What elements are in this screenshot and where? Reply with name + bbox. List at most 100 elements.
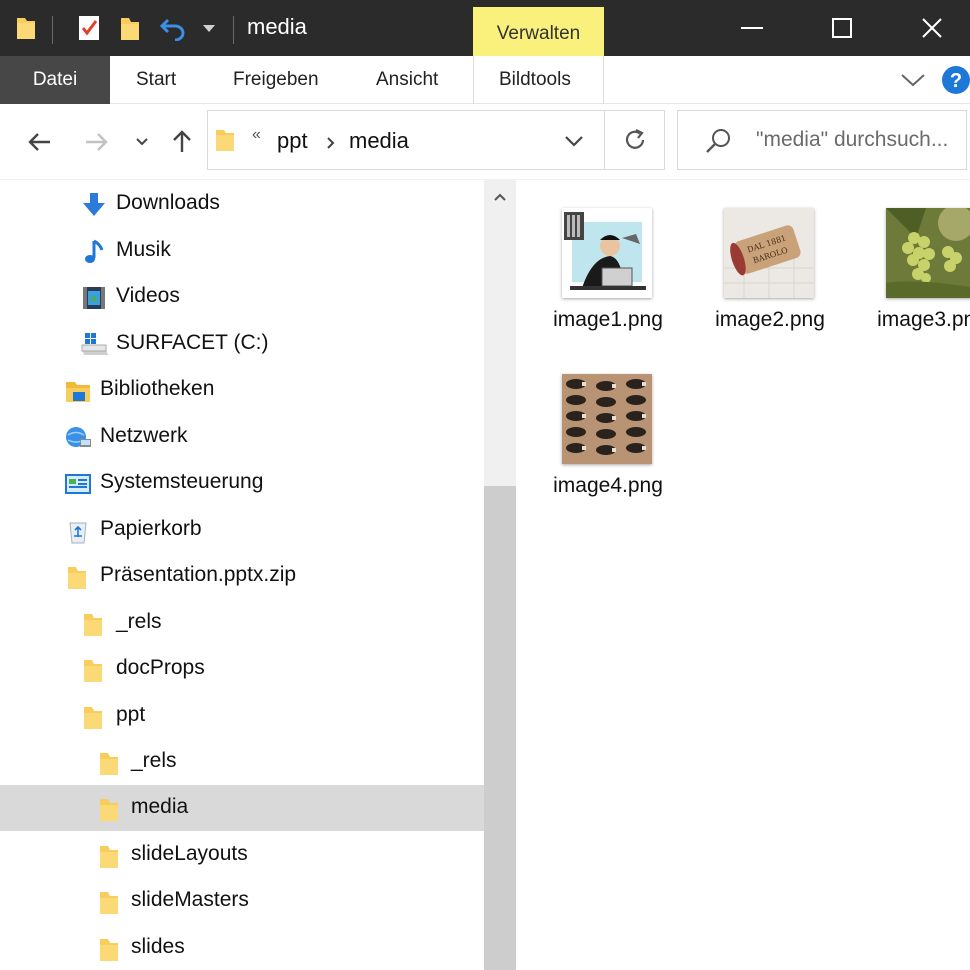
address-bar[interactable]: « ppt media [207,110,665,170]
nav-item-label: Musik [116,238,171,261]
nav-item-papierkorb[interactable]: Papierkorb [0,507,484,553]
breadcrumb-media[interactable]: media [349,128,409,154]
nav-item-surfacet-drive[interactable]: SURFACET (C:) [0,321,484,367]
properties-icon[interactable] [72,0,106,56]
nav-item-label: Systemsteuerung [100,470,264,493]
downloads-icon [80,191,108,219]
recent-locations-button[interactable] [124,122,160,162]
nav-item-label: slides [131,935,185,958]
folder-icon [98,749,126,777]
help-icon: ? [942,66,970,94]
file-item-image4[interactable]: image4.png [516,346,676,506]
file-item-image2[interactable]: DAL 1881 BAROLO image2.png [678,180,838,340]
file-list: image1.png DAL 1881 BAROLO image2.png im… [516,180,970,970]
chevron-right-icon[interactable] [326,135,335,154]
nav-item-videos[interactable]: Videos [0,274,484,320]
nav-item-ppt[interactable]: ppt [0,693,484,739]
file-thumbnail: DAL 1881 BAROLO [724,208,814,298]
refresh-button[interactable] [622,127,648,157]
chevron-up-icon [494,193,506,201]
nav-item-label: Präsentation.pptx.zip [100,563,297,586]
forward-button[interactable] [78,122,114,162]
nav-item-downloads[interactable]: Downloads [0,181,484,227]
address-dropdown-button[interactable] [564,133,584,152]
nav-item-slidelayouts[interactable]: slideLayouts [0,832,484,878]
file-item-image3[interactable]: image3.png [840,180,970,340]
folder-icon [12,0,40,56]
tab-freigeben[interactable]: Freigeben [233,56,319,104]
scroll-up-button[interactable] [484,182,516,212]
nav-item-praesentation-zip[interactable]: Präsentation.pptx.zip [0,553,484,599]
nav-item-label: Netzwerk [100,424,188,447]
folder-icon [98,795,126,823]
nav-item-bibliotheken[interactable]: Bibliotheken [0,367,484,413]
nav-item-slidemasters[interactable]: slideMasters [0,878,484,924]
close-icon [922,18,942,38]
search-input[interactable]: "media" durchsuch... [756,128,948,152]
window-title: media [247,14,307,39]
nav-item-systemsteuerung[interactable]: Systemsteuerung [0,460,484,506]
address-divider [604,111,605,169]
control-panel-icon [64,470,92,498]
videos-icon [80,284,108,312]
maximize-button[interactable] [812,0,872,56]
nav-item-netzwerk[interactable]: Netzwerk [0,414,484,460]
nav-item-label: SURFACET (C:) [116,331,269,354]
nav-item-label: Papierkorb [100,517,202,540]
nav-item-musik[interactable]: Musik [0,228,484,274]
context-tab-verwalten[interactable]: Verwalten [473,7,604,56]
nav-item-label: media [131,795,189,818]
search-box[interactable]: "media" durchsuch... [677,110,967,170]
nav-item-slides[interactable]: slides [0,925,484,970]
recycle-bin-icon [64,517,92,545]
nav-scrollbar-thumb[interactable] [484,486,516,970]
new-folder-icon[interactable] [116,0,144,56]
file-name: image2.png [715,308,825,331]
navigation-bar: « ppt media "media" durchsuch... [0,104,970,180]
nav-item-label: Downloads [116,191,220,214]
folder-icon [98,935,126,963]
folder-icon [82,656,110,684]
folder-icon [214,127,236,157]
music-icon [80,238,108,266]
close-button[interactable] [902,0,962,56]
file-item-image1[interactable]: image1.png [516,180,676,340]
undo-icon[interactable] [156,0,190,56]
folder-icon [82,610,110,638]
up-button[interactable] [164,122,200,162]
help-button[interactable]: ? [941,56,970,104]
ribbon-tabs: Datei Start Freigeben Ansicht Bildtools … [0,56,970,104]
breadcrumb-ppt[interactable]: ppt [277,128,308,154]
nav-item-rels[interactable]: _rels [0,600,484,646]
chevron-down-icon [565,136,583,147]
tab-bildtools[interactable]: Bildtools [499,56,571,104]
refresh-icon [625,129,645,149]
minimize-icon [741,27,763,29]
nav-item-label: docProps [116,656,205,679]
arrow-up-icon [173,130,191,152]
folder-icon [98,888,126,916]
tab-ansicht[interactable]: Ansicht [376,56,438,104]
nav-item-label: _rels [131,749,177,772]
file-name: image3.png [877,308,970,331]
toolbar-separator [52,16,53,44]
back-button[interactable] [22,122,58,162]
context-tab-label: Verwalten [496,23,581,44]
tab-datei[interactable]: Datei [0,56,110,104]
maximize-icon [832,18,852,38]
libraries-icon [64,377,92,405]
minimize-button[interactable] [722,0,782,56]
customize-toolbar-dropdown-icon[interactable] [198,0,220,56]
nav-item-docprops[interactable]: docProps [0,646,484,692]
nav-item-media[interactable]: media [0,785,484,831]
file-thumbnail [562,374,652,464]
breadcrumb-overflow[interactable]: « [252,126,261,144]
ribbon-expand-button[interactable] [900,56,926,104]
tab-start[interactable]: Start [136,56,176,104]
arrow-right-icon [86,133,108,151]
nav-item-label: Bibliotheken [100,377,215,400]
nav-item-ppt-rels[interactable]: _rels [0,739,484,785]
network-icon [64,424,92,452]
chevron-down-icon [901,74,925,87]
title-bar: media Verwalten [0,0,970,56]
